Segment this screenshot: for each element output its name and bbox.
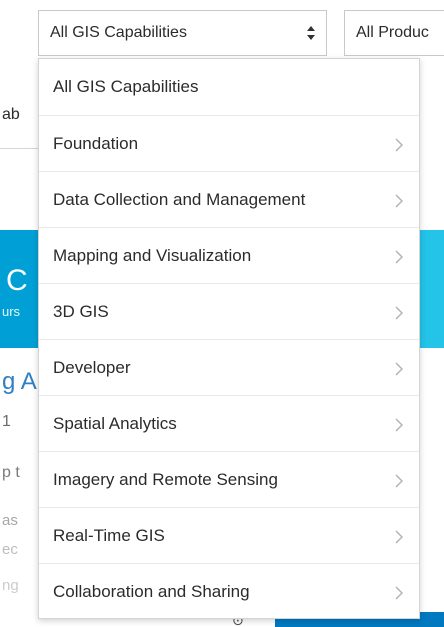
- chevron-right-icon: [395, 474, 403, 488]
- dropdown-option-label: All GIS Capabilities: [53, 77, 199, 96]
- course-title-link[interactable]: g A: [2, 368, 37, 396]
- chevron-right-icon: [395, 138, 403, 152]
- course-description-fragment: ng: [2, 577, 19, 594]
- chevron-right-icon: [395, 194, 403, 208]
- chevron-right-icon: [395, 530, 403, 544]
- chevron-right-icon: [395, 418, 403, 432]
- dropdown-option[interactable]: Real-Time GIS: [39, 507, 419, 563]
- dropdown-option[interactable]: Data Collection and Management: [39, 171, 419, 227]
- hero-title-fragment: C: [6, 264, 28, 297]
- chevron-right-icon: [395, 362, 403, 376]
- dropdown-option[interactable]: 3D GIS: [39, 283, 419, 339]
- products-select-value: All Produc: [356, 24, 429, 41]
- dropdown-option[interactable]: Mapping and Visualization: [39, 227, 419, 283]
- chevron-right-icon: [395, 306, 403, 320]
- dropdown-option-label: Real-Time GIS: [53, 526, 165, 545]
- hero-banner-edge: [420, 230, 444, 348]
- course-description-fragment: as: [2, 512, 18, 529]
- chevron-right-icon: [395, 586, 403, 600]
- dropdown-option-label: Imagery and Remote Sensing: [53, 470, 278, 489]
- dropdown-option[interactable]: Developer: [39, 339, 419, 395]
- up-down-caret-icon: [307, 26, 315, 40]
- dropdown-option-label: Mapping and Visualization: [53, 246, 252, 265]
- dropdown-option-label: Collaboration and Sharing: [53, 582, 250, 601]
- course-description-fragment: ec: [2, 541, 18, 558]
- dropdown-option[interactable]: Collaboration and Sharing: [39, 563, 419, 619]
- dropdown-option[interactable]: All GIS Capabilities: [39, 59, 419, 115]
- hero-subtitle-fragment: urs: [2, 304, 21, 319]
- products-select[interactable]: All Produc: [344, 10, 444, 56]
- course-meta-fragment: 1: [2, 413, 11, 430]
- chevron-right-icon: [395, 250, 403, 264]
- capabilities-select[interactable]: All GIS Capabilities: [38, 10, 327, 56]
- dropdown-option[interactable]: Spatial Analytics: [39, 395, 419, 451]
- course-description-fragment: p t: [2, 464, 20, 481]
- capabilities-dropdown-list: All GIS Capabilities Foundation Data Colle…: [38, 58, 420, 619]
- dropdown-option[interactable]: Imagery and Remote Sensing: [39, 451, 419, 507]
- dropdown-option-label: Foundation: [53, 134, 139, 153]
- background-divider: [0, 148, 38, 149]
- page: ab C urs g A 1 p t as ec ng ⊙ All GIS Ca…: [0, 0, 444, 627]
- dropdown-option-label: 3D GIS: [53, 302, 109, 321]
- dropdown-option-label: Spatial Analytics: [53, 414, 177, 433]
- capabilities-select-value: All GIS Capabilities: [50, 24, 187, 41]
- background-tab-label: ab: [2, 106, 20, 123]
- dropdown-option-label: Developer: [53, 358, 131, 377]
- dropdown-option[interactable]: Foundation: [39, 115, 419, 171]
- dropdown-option-label: Data Collection and Management: [53, 190, 306, 209]
